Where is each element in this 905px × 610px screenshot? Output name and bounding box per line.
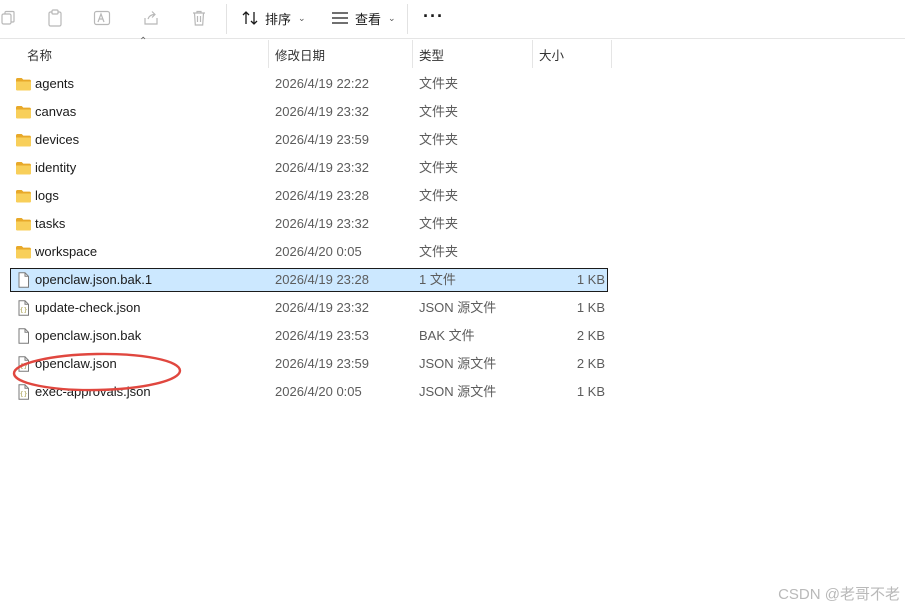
view-button[interactable]: 查看 ⌄ <box>331 7 396 29</box>
file-type: 文件夹 <box>419 188 459 203</box>
file-name: identity <box>35 160 77 175</box>
column-header-date[interactable]: 修改日期 <box>275 40 410 68</box>
file-type: JSON 源文件 <box>419 356 497 371</box>
file-size: 1 KB <box>576 384 605 399</box>
sort-button[interactable]: 排序 ⌄ <box>241 7 306 29</box>
file-name: update-check.json <box>35 300 141 315</box>
folder-icon <box>15 104 32 120</box>
rename-icon[interactable] <box>90 7 114 29</box>
file-type: JSON 源文件 <box>419 384 497 399</box>
column-header-size[interactable]: 大小 <box>539 40 609 68</box>
file-date: 2026/4/19 23:32 <box>275 160 369 175</box>
column-header-name[interactable]: 名称 <box>27 40 267 68</box>
file-name: agents <box>35 76 75 91</box>
file-type: 1 文件 <box>419 272 456 287</box>
file-type: BAK 文件 <box>419 328 475 343</box>
view-label: 查看 <box>355 11 382 27</box>
folder-icon <box>15 160 32 176</box>
file-name: openclaw.json.bak <box>35 328 142 343</box>
json-file-icon: {} <box>15 300 32 316</box>
file-type: 文件夹 <box>419 104 459 119</box>
chevron-down-icon: ⌄ <box>388 12 396 23</box>
file-date: 2026/4/19 23:28 <box>275 272 369 287</box>
command-bar: 排序 ⌄ 查看 ⌄ ··· <box>0 0 905 39</box>
toolbar-divider <box>226 4 227 34</box>
file-size: 2 KB <box>576 356 605 371</box>
file-name: openclaw.json <box>35 356 117 371</box>
file-date: 2026/4/19 23:32 <box>275 216 369 231</box>
folder-icon <box>15 76 32 92</box>
file-name: logs <box>35 188 59 203</box>
file-size: 1 KB <box>576 272 605 287</box>
file-size: 1 KB <box>576 300 605 315</box>
svg-text:{}: {} <box>20 306 28 314</box>
json-file-icon: {} <box>15 356 32 372</box>
toolbar-divider <box>407 4 408 34</box>
file-date: 2026/4/19 23:59 <box>275 132 369 147</box>
chevron-down-icon: ⌄ <box>298 12 306 23</box>
sort-icon <box>242 11 258 25</box>
file-row[interactable]: logs 2026/4/19 23:28 文件夹 <box>10 184 608 208</box>
copy-icon[interactable] <box>0 7 20 29</box>
paste-icon[interactable] <box>43 7 67 29</box>
file-date: 2026/4/19 23:53 <box>275 328 369 343</box>
file-row[interactable]: devices 2026/4/19 23:59 文件夹 <box>10 128 608 152</box>
file-date: 2026/4/19 23:32 <box>275 300 369 315</box>
file-type: 文件夹 <box>419 76 459 91</box>
file-type: 文件夹 <box>419 132 459 147</box>
column-divider[interactable] <box>412 40 413 68</box>
column-divider[interactable] <box>611 40 612 68</box>
svg-text:{}: {} <box>20 390 28 398</box>
file-date: 2026/4/19 23:32 <box>275 104 369 119</box>
folder-icon <box>15 132 32 148</box>
file-name: canvas <box>35 104 77 119</box>
file-type: 文件夹 <box>419 244 459 259</box>
file-date: 2026/4/20 0:05 <box>275 384 362 399</box>
json-file-icon: {} <box>15 384 32 400</box>
file-name: devices <box>35 132 80 147</box>
svg-text:{}: {} <box>20 362 28 370</box>
file-row[interactable]: openclaw.json.bak.1 2026/4/19 23:28 1 文件 1 … <box>10 268 608 292</box>
file-name: tasks <box>35 216 66 231</box>
folder-icon <box>15 216 32 232</box>
share-icon[interactable] <box>139 7 163 29</box>
folder-icon <box>15 188 32 204</box>
file-name: workspace <box>35 244 98 259</box>
file-date: 2026/4/19 23:59 <box>275 356 369 371</box>
file-type: 文件夹 <box>419 216 459 231</box>
view-icon <box>332 12 348 24</box>
file-name: openclaw.json.bak.1 <box>35 272 153 287</box>
file-row[interactable]: {} exec-approvals.json 2026/4/20 0:05 JSON … <box>10 380 608 404</box>
file-date: 2026/4/20 0:05 <box>275 244 362 259</box>
file-row[interactable]: identity 2026/4/19 23:32 文件夹 <box>10 156 608 180</box>
file-type: JSON 源文件 <box>419 300 497 315</box>
file-row[interactable]: openclaw.json.bak 2026/4/19 23:53 BAK 文件 2 … <box>10 324 608 348</box>
watermark: CSDN @老哥不老 <box>778 586 900 603</box>
file-row[interactable]: canvas 2026/4/19 23:32 文件夹 <box>10 100 608 124</box>
file-row[interactable]: agents 2026/4/19 22:22 文件夹 <box>10 72 608 96</box>
file-date: 2026/4/19 23:28 <box>275 188 369 203</box>
sort-label: 排序 <box>265 11 292 27</box>
file-row[interactable]: {} update-check.json 2026/4/19 23:32 JSON 源… <box>10 296 608 320</box>
column-divider[interactable] <box>268 40 269 68</box>
file-row[interactable]: {} openclaw.json 2026/4/19 23:59 JSON 源文件 2 … <box>10 352 608 376</box>
column-header-type[interactable]: 类型 <box>419 40 529 68</box>
file-type: 文件夹 <box>419 160 459 175</box>
file-size: 2 KB <box>576 328 605 343</box>
file-date: 2026/4/19 22:22 <box>275 76 369 91</box>
file-icon <box>15 272 32 288</box>
folder-icon <box>15 244 32 260</box>
file-row[interactable]: workspace 2026/4/20 0:05 文件夹 <box>10 240 608 264</box>
column-divider[interactable] <box>532 40 533 68</box>
more-options-button[interactable]: ··· <box>423 6 444 26</box>
file-name: exec-approvals.json <box>35 384 151 399</box>
file-row[interactable]: tasks 2026/4/19 23:32 文件夹 <box>10 212 608 236</box>
file-icon <box>15 328 32 344</box>
delete-icon[interactable] <box>187 7 211 29</box>
